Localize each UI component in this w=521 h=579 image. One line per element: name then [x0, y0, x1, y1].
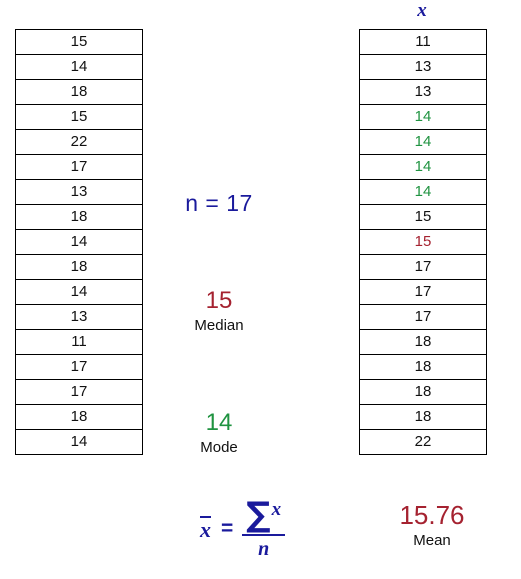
- table-row: 14: [359, 154, 487, 180]
- table-row: 17: [15, 379, 143, 405]
- table-row: 18: [15, 404, 143, 430]
- table-cell-value: 15: [359, 204, 487, 230]
- table-row: 14: [359, 104, 487, 130]
- mode-label: Mode: [200, 439, 238, 456]
- table-cell-value: 17: [359, 254, 487, 280]
- mean-annotation: 15.76 Mean: [352, 500, 512, 552]
- sorted-data-table: 11 13 13 14 14 14 14 15 15 17 17 17 18 18 18 18 22: [359, 29, 487, 455]
- summation-sigma-icon: ∑: [246, 495, 271, 535]
- table-row: 15: [15, 104, 143, 130]
- table-row: 15: [359, 204, 487, 230]
- sorted-column-header: x: [417, 0, 427, 21]
- table-cell-value: 14: [15, 279, 143, 305]
- table-cell-value: 14: [15, 54, 143, 80]
- table-row: 15: [359, 229, 487, 255]
- table-cell-value: 18: [359, 379, 487, 405]
- table-cell-value: 17: [359, 304, 487, 330]
- table-row: 22: [15, 129, 143, 155]
- table-cell-value: 13: [359, 79, 487, 105]
- sample-size-text: n = 17: [185, 190, 253, 216]
- table-cell-value: 17: [15, 379, 143, 405]
- sorted-table-body: 11 13 13 14 14 14 14 15 15 17 17 17 18 18 18 18 22: [359, 29, 487, 455]
- mean-formula: x = ∑x n: [200, 495, 286, 560]
- table-row: 13: [359, 79, 487, 105]
- table-cell-value: 17: [359, 279, 487, 305]
- table-cell-value: 18: [359, 404, 487, 430]
- table-row: 13: [359, 54, 487, 80]
- table-row: 14: [15, 229, 143, 255]
- table-row: 22: [359, 429, 487, 455]
- table-row: 14: [359, 129, 487, 155]
- table-cell-value: 13: [15, 179, 143, 205]
- table-cell-value: 13: [359, 54, 487, 80]
- median-annotation: 15 Median: [139, 287, 299, 337]
- table-cell-value: 18: [15, 204, 143, 230]
- table-cell-value: 15: [15, 104, 143, 130]
- table-row: 18: [359, 379, 487, 405]
- table-cell-value: 22: [15, 129, 143, 155]
- table-cell-value: 17: [15, 354, 143, 380]
- table-cell-value: 18: [359, 354, 487, 380]
- table-row: 14: [15, 429, 143, 455]
- table-row: 11: [15, 329, 143, 355]
- table-cell-value: 18: [15, 79, 143, 105]
- mode-annotation: 14 Mode: [139, 409, 299, 459]
- sample-size-annotation: n = 17: [139, 190, 299, 217]
- table-row: 17: [15, 154, 143, 180]
- table-cell-value: 14: [15, 429, 143, 455]
- unsorted-table-body: 15 14 18 15 22 17 13 18 14 18 14 13 11 17 17 18 14: [15, 29, 143, 455]
- table-row: 17: [359, 254, 487, 280]
- table-row: 17: [15, 354, 143, 380]
- table-cell-value: 14: [359, 104, 487, 130]
- table-cell-value: 14: [15, 229, 143, 255]
- median-value: 15: [205, 287, 233, 314]
- table-cell-value: 18: [15, 404, 143, 430]
- table-row: 14: [15, 279, 143, 305]
- table-cell-value: 14: [359, 154, 487, 180]
- table-row: 17: [359, 279, 487, 305]
- mean-value: 15.76: [399, 500, 465, 530]
- table-row: 11: [359, 29, 487, 55]
- table-row: 14: [359, 179, 487, 205]
- table-row: 18: [15, 204, 143, 230]
- median-label: Median: [194, 317, 244, 334]
- numerator-variable: x: [271, 499, 282, 521]
- fraction-numerator: ∑x: [242, 495, 286, 536]
- mode-value: 14: [205, 409, 233, 436]
- table-row: 15: [15, 29, 143, 55]
- x-bar-symbol: x: [200, 516, 211, 542]
- table-row: 18: [359, 404, 487, 430]
- table-cell-value: 22: [359, 429, 487, 455]
- table-row: 18: [359, 354, 487, 380]
- table-row: 13: [15, 179, 143, 205]
- unsorted-data-table: 15 14 18 15 22 17 13 18 14 18 14 13 11 17 17 18 14: [15, 29, 143, 455]
- table-row: 13: [15, 304, 143, 330]
- sum-over-n-fraction: ∑x n: [242, 495, 286, 560]
- fraction-denominator: n: [258, 538, 270, 560]
- table-cell-value: 15: [359, 229, 487, 255]
- table-row: 18: [15, 254, 143, 280]
- table-cell-value: 17: [15, 154, 143, 180]
- table-cell-value: 18: [15, 254, 143, 280]
- table-cell-value: 14: [359, 179, 487, 205]
- table-cell-value: 15: [15, 29, 143, 55]
- table-cell-value: 11: [15, 329, 143, 355]
- equals-sign: =: [221, 516, 234, 540]
- table-cell-value: 14: [359, 129, 487, 155]
- table-cell-value: 18: [359, 329, 487, 355]
- table-row: 18: [359, 329, 487, 355]
- table-cell-value: 11: [359, 29, 487, 55]
- table-row: 17: [359, 304, 487, 330]
- mean-label: Mean: [413, 532, 451, 549]
- table-cell-value: 13: [15, 304, 143, 330]
- table-row: 18: [15, 79, 143, 105]
- table-row: 14: [15, 54, 143, 80]
